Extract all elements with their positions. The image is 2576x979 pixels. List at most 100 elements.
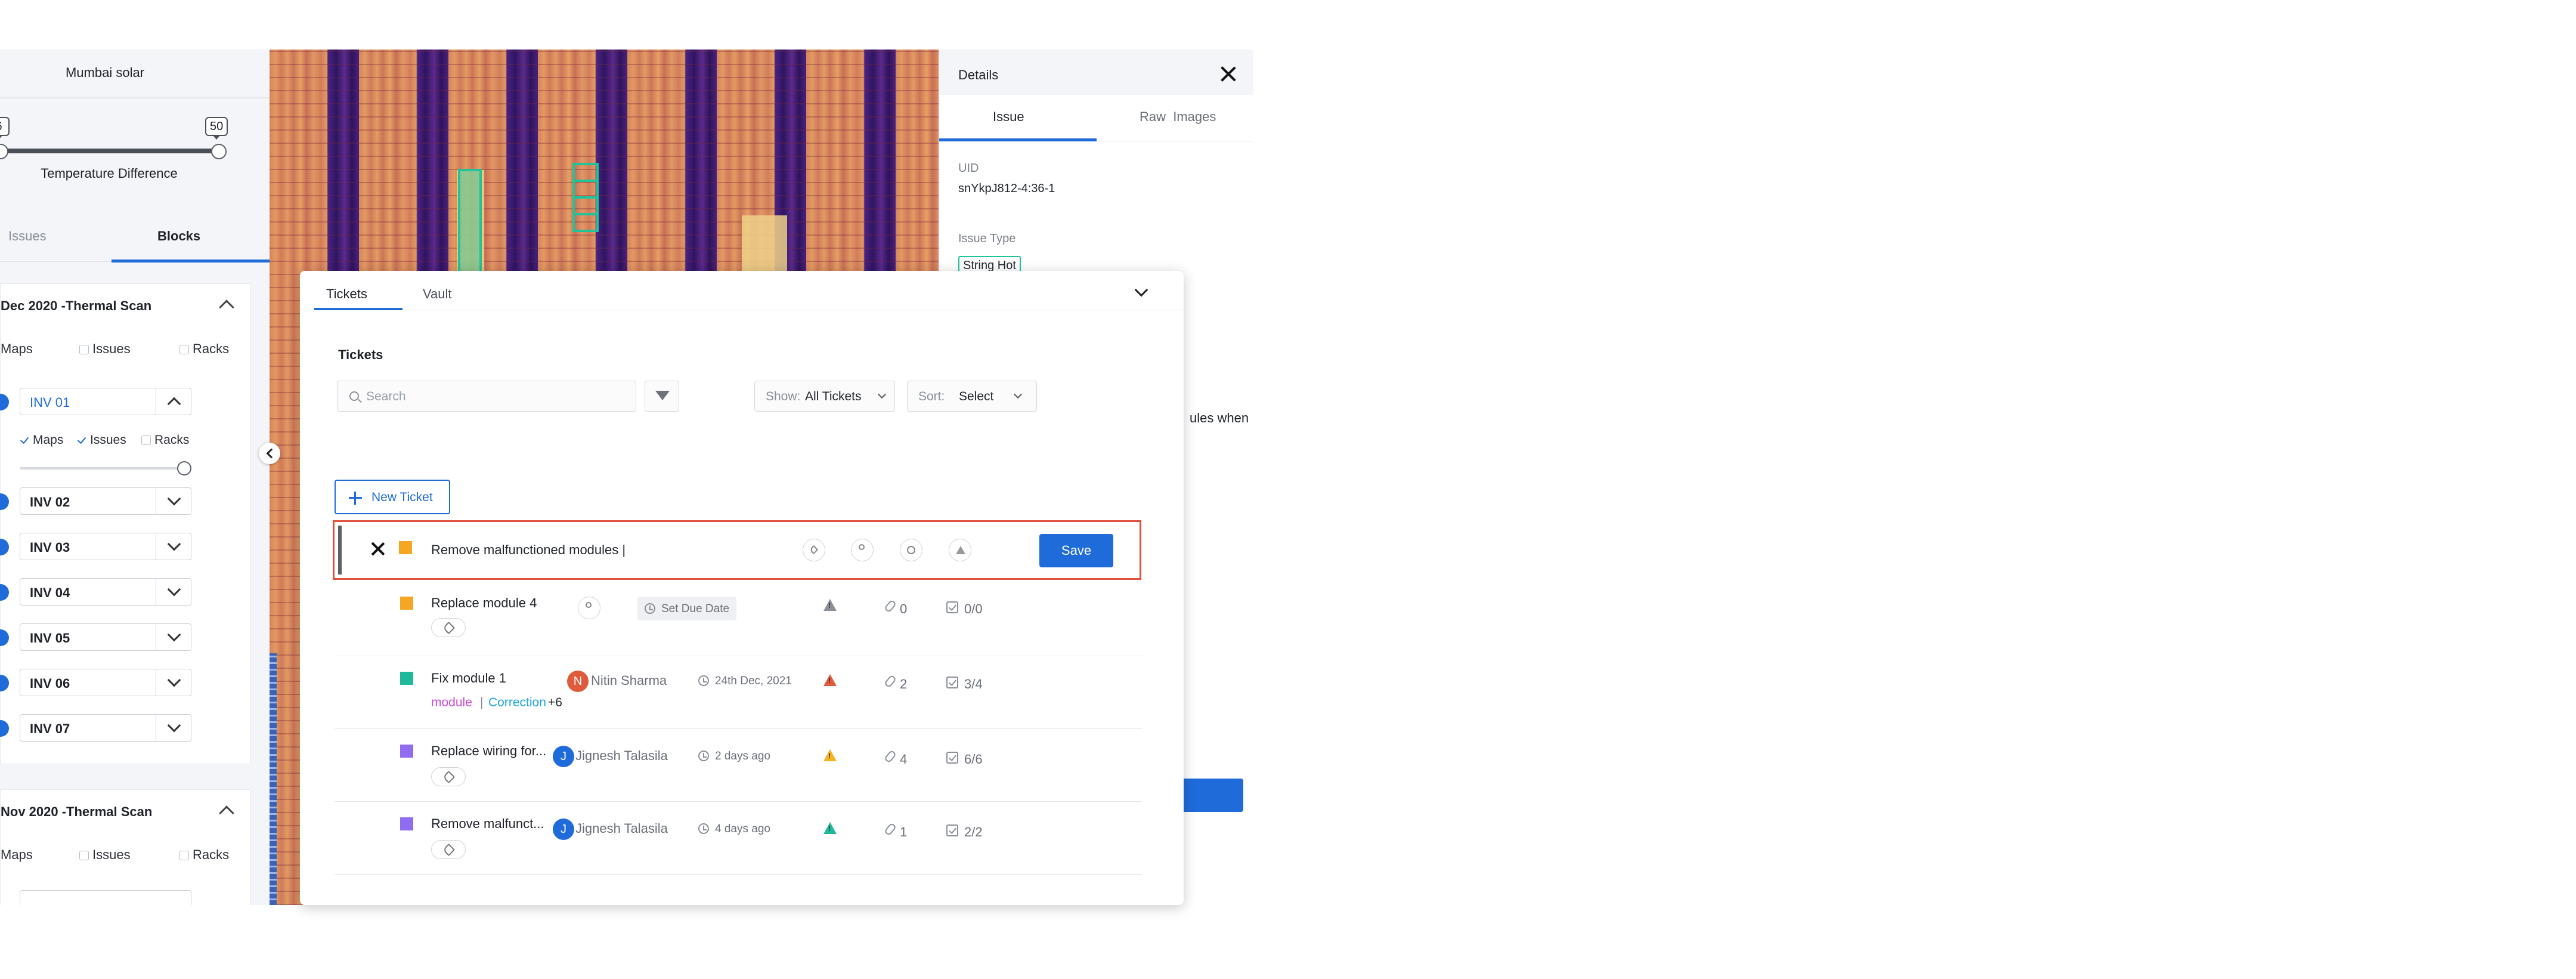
inv-layer-racks[interactable]: Racks [141, 433, 189, 447]
set-due-date-button[interactable]: Set Due Date [637, 597, 736, 620]
drag-handle[interactable] [338, 526, 342, 575]
ticket-row[interactable]: Replace module 4 Set Due Date 0 0/0 [335, 583, 1142, 656]
ticket-row[interactable]: Remove malfunct... J Jignesh Talasila 4 … [335, 802, 1142, 875]
checkbox-icon[interactable] [79, 345, 89, 355]
ticket-row[interactable]: Replace wiring for... J Jignesh Talasila… [335, 729, 1142, 802]
checklist-icon [946, 752, 958, 764]
slider-max-value: 50 [205, 117, 228, 140]
more-tags[interactable]: +6 [548, 696, 562, 710]
inverter-item-inv-03[interactable]: INV 03 [20, 533, 191, 560]
assignee-name[interactable]: Jignesh Talasila [575, 748, 668, 764]
tab-issue[interactable]: Issue [993, 109, 1024, 125]
tag-icon[interactable] [431, 840, 466, 859]
assignee-name[interactable]: Jignesh Talasila [575, 821, 668, 836]
check-icon[interactable] [20, 436, 29, 445]
tab-raw-images[interactable]: Raw Images [1140, 109, 1216, 125]
inverter-item-inv-04[interactable]: INV 04 [20, 578, 191, 606]
layer-maps[interactable]: Maps [1, 341, 33, 357]
priority-icon[interactable] [823, 749, 837, 761]
layer-racks[interactable]: Racks [179, 847, 229, 863]
inverter-slider-handle[interactable] [177, 461, 191, 475]
inverter-item-inv-05[interactable]: INV 05 [20, 623, 191, 651]
due-date[interactable]: 4 days ago [715, 823, 770, 836]
filter-button[interactable] [645, 381, 679, 412]
slider-max-handle[interactable] [211, 144, 227, 159]
tab-tickets[interactable]: Tickets [326, 286, 367, 302]
inverter-status-dot [0, 539, 9, 555]
tag-icon[interactable] [431, 767, 466, 786]
due-date[interactable]: 2 days ago [715, 750, 770, 763]
tag-icon[interactable] [803, 539, 825, 561]
ticket-row[interactable]: Fix module 1 module | Correction +6 N Ni… [335, 656, 1142, 729]
inverter-item-inv-06[interactable]: INV 06 [20, 669, 191, 696]
slider-min-handle[interactable] [0, 144, 8, 159]
tag-icon[interactable] [431, 618, 466, 637]
chevron-down-icon[interactable] [1134, 283, 1148, 297]
checklist-count: 2/2 [964, 824, 983, 839]
chevron-up-icon[interactable] [219, 299, 234, 315]
checkbox-icon[interactable] [179, 345, 189, 355]
ticket-name[interactable]: Fix module 1 [431, 671, 506, 686]
checkbox-icon[interactable] [141, 436, 151, 446]
status-square[interactable] [399, 541, 412, 554]
chevron-down-icon[interactable] [167, 718, 181, 733]
inv-layer-issues[interactable]: Issues [77, 433, 126, 447]
save-button[interactable]: Save [1039, 534, 1113, 567]
ticket-name[interactable]: Replace wiring for... [431, 743, 546, 759]
tab-vault[interactable]: Vault [423, 286, 452, 302]
priority-icon[interactable] [949, 539, 971, 561]
checkbox-icon[interactable] [79, 851, 89, 861]
add-assignee-icon[interactable] [851, 539, 874, 561]
add-assignee-icon[interactable] [578, 597, 600, 619]
clock-icon [698, 823, 709, 834]
check-icon[interactable] [77, 436, 86, 445]
temperature-slider-track[interactable] [0, 149, 218, 153]
status-square[interactable] [400, 817, 413, 830]
clock-icon [645, 603, 655, 614]
inverter-item-inv-01[interactable]: INV 01 [20, 388, 191, 415]
chevron-down-icon[interactable] [167, 582, 181, 597]
status-square[interactable] [400, 672, 413, 685]
new-ticket-button[interactable]: New Ticket [335, 480, 450, 514]
inv-layer-maps[interactable]: Maps [20, 433, 63, 447]
scan-card-nov-2020: Nov 2020 -Thermal Scan Maps Issues Racks [0, 789, 250, 905]
chevron-down-icon[interactable] [167, 673, 181, 687]
priority-icon[interactable] [823, 599, 837, 611]
chevron-down-icon[interactable] [167, 537, 181, 551]
close-icon[interactable] [370, 541, 386, 557]
layer-issues[interactable]: Issues [79, 847, 131, 863]
ticket-title-input[interactable]: Remove malfunctioned modules | [431, 542, 626, 558]
priority-icon[interactable] [823, 822, 837, 834]
assignee-name[interactable]: Nitin Sharma [591, 673, 667, 688]
chevron-down-icon[interactable] [167, 492, 181, 506]
tag-module[interactable]: module [431, 696, 472, 710]
inverter-item[interactable] [20, 890, 191, 905]
layer-issues[interactable]: Issues [79, 341, 131, 357]
status-square[interactable] [400, 597, 413, 610]
slider-label: Temperature Difference [41, 166, 178, 181]
inverter-item-inv-07[interactable]: INV 07 [20, 714, 191, 742]
inverter-slider-track[interactable] [20, 467, 187, 470]
ticket-name[interactable]: Remove malfunct... [431, 816, 544, 832]
chevron-down-icon[interactable] [167, 628, 181, 642]
layer-maps[interactable]: Maps [1, 847, 33, 863]
checklist-count: 3/4 [964, 677, 983, 691]
tag-correction[interactable]: Correction [488, 696, 546, 710]
inverter-item-inv-02[interactable]: INV 02 [20, 487, 191, 515]
status-square[interactable] [400, 745, 413, 758]
close-icon[interactable] [1219, 65, 1237, 83]
show-dropdown[interactable]: Show: All Tickets [754, 381, 895, 412]
clock-icon[interactable] [900, 539, 922, 561]
ticket-name[interactable]: Replace module 4 [431, 595, 537, 611]
due-date[interactable]: 24th Dec, 2021 [715, 675, 792, 688]
tab-issues[interactable]: Issues [8, 228, 47, 244]
ticket-search-input[interactable]: Search [337, 381, 636, 412]
collapse-sidebar-button[interactable] [259, 443, 280, 464]
chevron-up-icon[interactable] [219, 805, 234, 821]
layer-racks[interactable]: Racks [179, 341, 229, 357]
chevron-up-icon[interactable] [167, 397, 181, 411]
sort-dropdown[interactable]: Sort: Select [907, 381, 1037, 412]
priority-icon[interactable] [823, 674, 837, 686]
tab-blocks[interactable]: Blocks [157, 228, 200, 244]
checkbox-icon[interactable] [179, 851, 189, 861]
